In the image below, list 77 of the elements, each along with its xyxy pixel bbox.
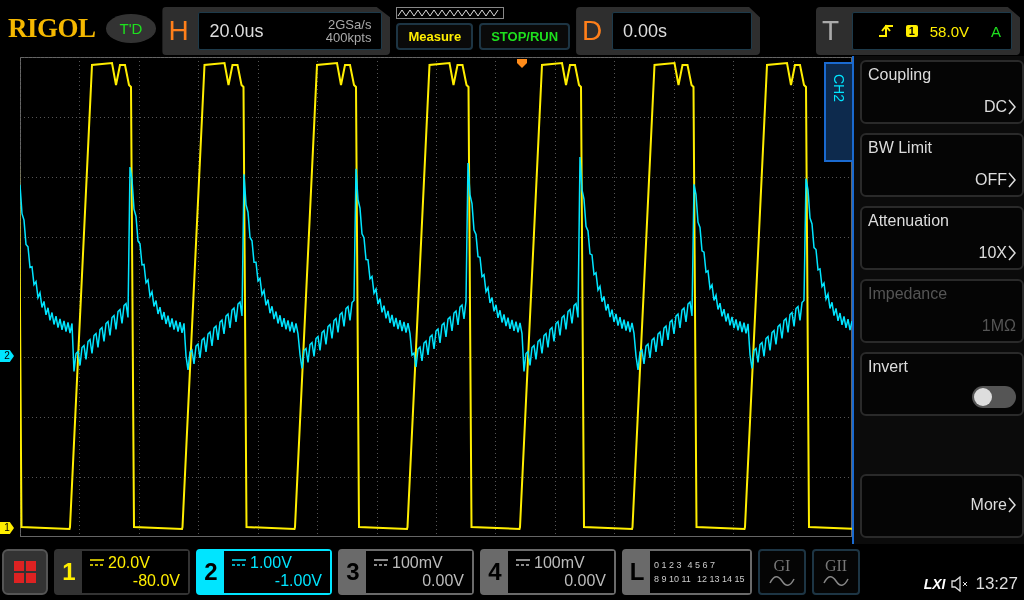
channel-number: 2 [203,558,219,586]
generator-button[interactable]: GII [812,549,860,595]
channel-offset: 0.00V [563,572,606,590]
toggle-switch[interactable] [972,386,1016,408]
horizontal-label: H [168,15,190,47]
channel-panel[interactable]: 2 1.00V -1.00V [196,549,332,595]
menu-item[interactable]: Attenuation 10X [860,206,1024,270]
channel-marker[interactable]: 2 [0,350,14,362]
stop-run-button[interactable]: STOP/RUN [479,22,571,50]
channel-number: 1 [61,558,77,586]
timebase-value: 20.0us [209,20,264,42]
channel-scale: 100mV [534,554,585,572]
dc-coupling-icon [516,559,530,567]
channel-panel[interactable]: 4 100mV 0.00V [480,549,616,595]
sine-wave-icon [769,575,795,587]
run-state-badge: T'D [105,13,157,43]
digital-channel-numbers: 0 1 2 3 [654,560,682,570]
rising-edge-icon [877,23,894,39]
delay-label: D [582,15,604,47]
channel-scale: 1.00V [250,554,292,572]
chevron-right-icon [1008,245,1016,261]
dc-coupling-icon [232,559,246,567]
menu-item-label: Attenuation [868,212,950,230]
menu-item-label: Impedance [868,285,949,303]
brand-logo: RIGOL [8,12,96,44]
trigger-mode: A [991,22,1001,40]
menu-item-label: BW Limit [868,139,933,157]
grid-icon [14,561,36,583]
digital-channel-numbers: 4 5 6 7 [687,560,716,570]
sample-rate: 2GSa/s [328,18,372,31]
menu-item-value: DC [983,98,1007,116]
menu-grid-button[interactable] [2,549,48,595]
menu-item[interactable]: More [860,474,1024,538]
chevron-right-icon [1008,99,1016,115]
delay-value: 0.00s [623,20,668,42]
menu-item-value: OFF [975,171,1007,189]
horizontal-panel[interactable]: H 20.0us 2GSa/s 400kpts [162,7,391,55]
channel-number: 3 [345,558,361,586]
menu-item-label: More [970,496,1007,514]
digital-channel-numbers: 8 9 10 11 [654,574,691,584]
menu-item[interactable]: Invert [860,352,1024,416]
channel-offset: -80.0V [131,572,180,590]
channel-marker[interactable]: 1 [0,522,14,534]
digital-channel-numbers: 12 13 14 15 [696,574,745,584]
menu-item-label: Invert [868,358,909,376]
dc-coupling-icon [90,559,104,567]
trigger-source-badge: 1 [905,25,918,37]
chevron-right-icon [1008,172,1016,188]
trigger-position-icon [517,59,527,69]
channel-panel[interactable]: 3 100mV 0.00V [338,549,474,595]
memory-depth: 400kpts [325,31,372,44]
side-menu-tab[interactable]: CH2 [824,62,852,162]
channel-panel[interactable]: 1 20.0V -80.0V [54,549,190,595]
chevron-right-icon [1008,497,1016,513]
trigger-panel[interactable]: T 1 58.0V A [816,7,1020,55]
measure-button[interactable]: Measure [396,22,474,50]
speaker-muted-icon [951,576,970,592]
trigger-level: 58.0V [929,22,969,40]
logic-panel[interactable]: L 0 1 2 3 4 5 6 7 8 9 10 11 12 13 14 15 [622,549,752,595]
generator-button[interactable]: GI [758,549,806,595]
channel-number: 4 [487,558,503,586]
trigger-label: T [822,15,841,47]
channel-scale: 100mV [392,554,443,572]
menu-item[interactable]: BW Limit OFF [860,133,1024,197]
delay-panel[interactable]: D 0.00s [576,7,761,55]
menu-item-label: Coupling [868,66,933,84]
menu-item-value: 1MΩ [981,317,1016,335]
channel-offset: 0.00V [421,572,464,590]
menu-item[interactable]: Coupling DC [860,60,1024,124]
channel-scale: 20.0V [108,554,150,572]
dc-coupling-icon [374,559,388,567]
logic-label: L [628,558,646,586]
menu-item-value: 10X [978,244,1007,262]
channel-offset: -1.00V [273,572,322,590]
lxi-logo: LXI [923,576,946,592]
clock-time: 13:27 [975,574,1018,594]
sine-wave-icon [823,575,849,587]
